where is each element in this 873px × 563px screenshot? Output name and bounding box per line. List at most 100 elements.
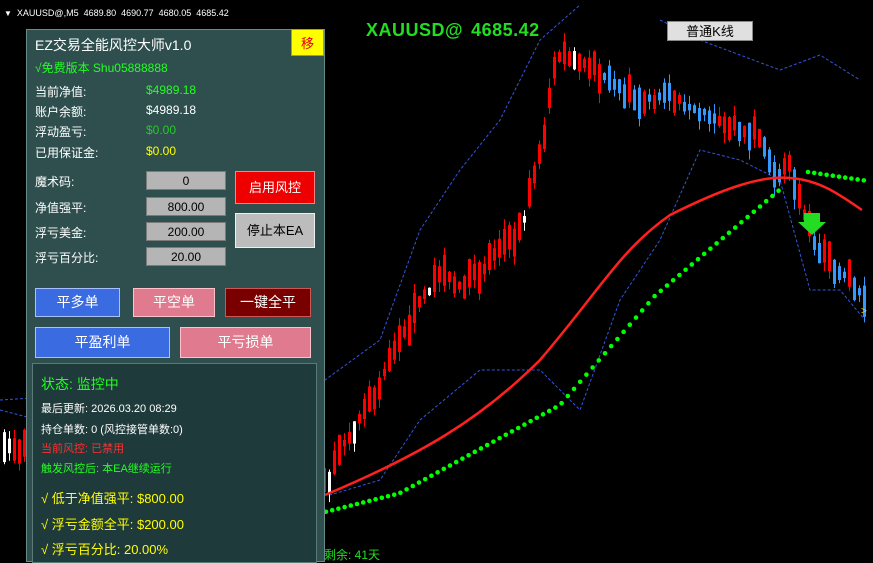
enable-risk-button[interactable]: 启用风控: [235, 171, 315, 204]
candle-body: [333, 450, 336, 475]
sar-dot: [360, 500, 366, 505]
candle-body: [613, 78, 616, 90]
equity-stop-label: 净值强平:: [35, 201, 87, 215]
candle-body: [533, 165, 536, 184]
loss-usd-label: 浮亏美金:: [35, 226, 87, 240]
sar-dot: [336, 506, 341, 511]
magic-label: 魔术码:: [35, 175, 75, 189]
candle-body: [858, 288, 861, 296]
candle-body: [483, 263, 486, 275]
header-price: 4685.42: [471, 20, 540, 40]
sar-dot: [491, 439, 496, 444]
candle-body: [458, 281, 461, 290]
sar-dot: [447, 463, 453, 468]
sar-dot: [664, 283, 670, 288]
sar-dot: [528, 418, 533, 424]
candle-body: [413, 292, 416, 324]
candle-body: [748, 122, 751, 151]
candle-body: [373, 387, 376, 410]
sar-dot: [354, 501, 360, 507]
sar-dot: [652, 293, 657, 299]
candle-body: [478, 261, 481, 294]
equity-stop-input[interactable]: 800.00: [146, 197, 226, 216]
candle-body: [558, 51, 561, 63]
candle-body: [793, 169, 796, 200]
candle-body: [588, 57, 591, 79]
sar-dot: [836, 174, 842, 179]
sar-dot: [608, 343, 614, 349]
candle-body: [753, 116, 756, 140]
close-all-button[interactable]: 一键全平: [225, 288, 311, 317]
candle-body: [853, 277, 856, 301]
candle-body: [788, 154, 791, 172]
magic-input[interactable]: 0: [146, 171, 226, 190]
sar-dot: [466, 452, 471, 458]
sar-dot: [770, 193, 775, 199]
close-loss-button[interactable]: 平亏损单: [180, 327, 311, 358]
sar-dot: [745, 214, 750, 220]
candle-body: [593, 51, 596, 76]
sar-dot: [590, 365, 595, 370]
sar-dot: [849, 176, 854, 181]
sar-dot: [453, 459, 459, 465]
collapse-arrow-icon: ▼: [4, 8, 12, 18]
candle-body: [328, 471, 331, 494]
sar-dot: [855, 177, 860, 182]
candle-body: [508, 224, 511, 250]
sar-dot: [546, 408, 552, 414]
candle-body: [8, 438, 11, 454]
equity-value: $4989.18: [146, 83, 197, 97]
candle-body: [703, 108, 706, 116]
candle-body: [713, 113, 716, 124]
sar-dot: [577, 379, 583, 385]
sar-dot: [732, 225, 738, 230]
sar-dot: [633, 315, 639, 320]
sar-dot: [615, 336, 620, 342]
candle-body: [628, 74, 631, 103]
sar-dot: [701, 251, 707, 257]
symbol-price-header: XAUUSD@ 4685.42: [366, 20, 548, 41]
candle-body: [3, 432, 6, 463]
candle-body: [353, 421, 356, 444]
candle-body: [583, 58, 586, 68]
sar-dot: [385, 493, 391, 499]
rule-loss-amount: √ 浮亏金额全平: $200.00: [41, 517, 184, 532]
sar-dot: [571, 386, 577, 392]
candle-body: [433, 264, 436, 292]
kline-type-button[interactable]: 普通K线: [667, 21, 753, 41]
sar-dot: [472, 449, 478, 455]
close-sell-button[interactable]: 平空单: [133, 288, 215, 317]
candle-body: [728, 117, 731, 141]
sar-dot: [348, 503, 354, 508]
candle-body: [653, 95, 656, 110]
candle-body: [343, 439, 346, 447]
rule-equity-stop: √ 低于净值强平: $800.00: [41, 491, 184, 506]
symbol-timeframe: XAUUSD@,M5: [16, 8, 79, 18]
candle-body: [498, 238, 501, 258]
candle-body: [778, 169, 781, 183]
close-buy-button[interactable]: 平多单: [35, 288, 120, 317]
monitor-status: 状态: 监控中: [41, 376, 119, 392]
sar-dot: [670, 277, 676, 283]
sar-dot: [720, 235, 726, 241]
candle-body: [553, 56, 556, 79]
candle-body: [368, 386, 371, 412]
candle-body: [378, 377, 381, 400]
close-profit-button[interactable]: 平盈利单: [35, 327, 170, 358]
candle-body: [643, 91, 646, 114]
candle-body: [813, 236, 816, 250]
candle-body: [708, 110, 711, 124]
move-panel-button[interactable]: 移: [291, 29, 324, 56]
candle-body: [683, 101, 686, 112]
sar-dot: [818, 171, 823, 177]
sar-dot: [329, 507, 335, 513]
ohlc-high: 4690.77: [121, 8, 154, 18]
sar-dot: [861, 178, 867, 183]
loss-usd-input[interactable]: 200.00: [146, 222, 226, 241]
candle-body: [603, 73, 606, 81]
loss-percent-input[interactable]: 20.00: [146, 247, 226, 266]
sar-dot: [515, 425, 521, 431]
sar-dot: [484, 442, 490, 448]
stop-ea-button[interactable]: 停止本EA: [235, 213, 315, 248]
candle-body: [678, 94, 681, 104]
